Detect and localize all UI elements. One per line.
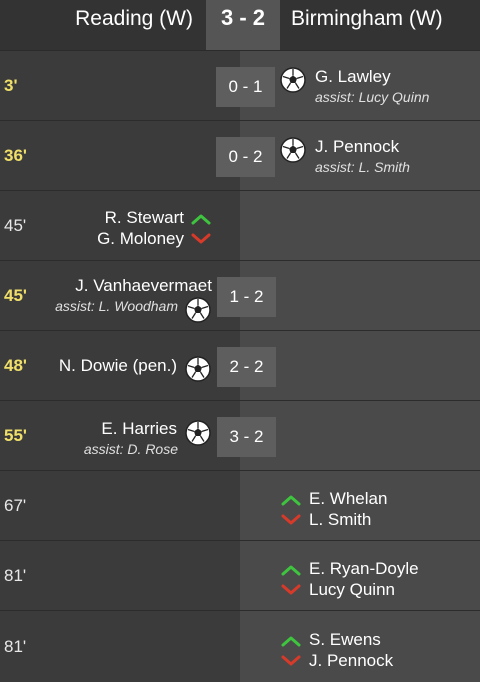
sub-in-arrow-icon [281, 494, 301, 506]
soccer-ball-icon [185, 420, 211, 446]
event-minute: 67' [4, 495, 27, 515]
goal-assist: assist: Lucy Quinn [315, 89, 430, 105]
goal-scorer: J. Pennock [315, 137, 400, 156]
running-score: 0 - 1 [216, 67, 275, 107]
event-row: 55' E. Harries assist: D. Rose 3 - 2 [0, 401, 480, 471]
player-out: G. Moloney [97, 229, 184, 248]
sub-in-arrow-icon [191, 213, 211, 225]
goal-assist: assist: L. Smith [315, 159, 410, 175]
event-row: 48' N. Dowie (pen.) 2 - 2 [0, 331, 480, 401]
event-row: 36' 0 - 2 J. Pennock assist: L. Smith [0, 121, 480, 191]
event-minute: 55' [4, 425, 27, 445]
player-in: E. Whelan [309, 489, 388, 508]
running-score: 3 - 2 [217, 417, 276, 457]
running-score: 2 - 2 [217, 347, 276, 387]
event-minute: 81' [4, 636, 27, 656]
sub-out-arrow-icon [281, 514, 301, 526]
event-row: 81' E. Ryan-Doyle Lucy Quinn [0, 541, 480, 611]
event-minute: 45' [4, 215, 27, 235]
sub-in-arrow-icon [281, 564, 301, 576]
soccer-ball-icon [185, 297, 211, 323]
home-team-name: Reading (W) [75, 7, 193, 30]
sub-out-arrow-icon [191, 233, 211, 245]
soccer-ball-icon [185, 356, 211, 382]
event-minute: 36' [4, 145, 27, 165]
goal-scorer: J. Vanhaevermaet [75, 276, 212, 295]
home-side [0, 471, 240, 540]
home-side [0, 51, 240, 120]
event-row: 81' S. Ewens J. Pennock [0, 611, 480, 682]
sub-in-arrow-icon [281, 635, 301, 647]
away-team-name: Birmingham (W) [291, 7, 443, 30]
event-row: 3' 0 - 1 G. Lawley assist: Lucy Quinn [0, 51, 480, 121]
goal-scorer: E. Harries [101, 419, 177, 438]
running-score: 1 - 2 [217, 277, 276, 317]
match-score: 3 - 2 [206, 0, 280, 50]
player-out: Lucy Quinn [309, 580, 395, 599]
goal-assist: assist: L. Woodham [55, 298, 178, 314]
running-score: 0 - 2 [216, 137, 275, 177]
goal-assist: assist: D. Rose [83, 441, 178, 457]
player-in: R. Stewart [104, 208, 184, 227]
goal-scorer: G. Lawley [315, 67, 391, 86]
player-in: S. Ewens [309, 630, 381, 649]
event-minute: 45' [4, 285, 27, 305]
away-side [240, 331, 480, 400]
event-row: 45' J. Vanhaevermaet assist: L. Woodham … [0, 261, 480, 331]
event-row: 45' R. Stewart G. Moloney [0, 191, 480, 261]
home-side [0, 611, 240, 682]
away-side [240, 261, 480, 330]
goal-scorer: N. Dowie (pen.) [58, 356, 177, 375]
event-minute: 48' [4, 355, 27, 375]
match-header: Reading (W) 3 - 2 Birmingham (W) [0, 0, 480, 51]
away-side [240, 401, 480, 470]
player-in: E. Ryan-Doyle [309, 559, 419, 578]
player-out: L. Smith [309, 510, 372, 529]
event-minute: 3' [4, 75, 18, 95]
sub-out-arrow-icon [281, 655, 301, 667]
soccer-ball-icon [280, 137, 306, 163]
away-side [240, 191, 480, 260]
event-row: 67' E. Whelan L. Smith [0, 471, 480, 541]
home-side [0, 121, 240, 190]
soccer-ball-icon [280, 67, 306, 93]
sub-out-arrow-icon [281, 584, 301, 596]
event-minute: 81' [4, 565, 27, 585]
player-out: J. Pennock [309, 651, 394, 670]
home-side [0, 541, 240, 610]
